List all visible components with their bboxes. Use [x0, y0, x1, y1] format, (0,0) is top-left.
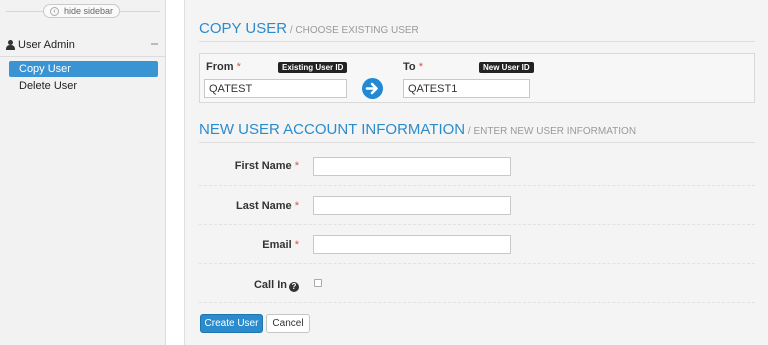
- cancel-button[interactable]: Cancel: [266, 314, 310, 333]
- required-mark: *: [418, 61, 423, 73]
- copy-user-box: From * Existing User ID To * New User ID: [199, 53, 755, 103]
- row-separator: [199, 185, 755, 186]
- to-label: To *: [403, 61, 423, 73]
- module-label: User Admin: [18, 38, 75, 51]
- last-name-input[interactable]: [313, 196, 511, 215]
- first-name-label-text: First Name: [234, 160, 292, 172]
- arrow-right-circle-icon: [365, 82, 378, 95]
- copy-arrow-button[interactable]: [362, 78, 383, 99]
- user-icon: [6, 39, 15, 50]
- from-label-text: From: [206, 61, 234, 73]
- call-in-checkbox[interactable]: [314, 279, 322, 287]
- question-circle-icon[interactable]: ?: [289, 282, 299, 292]
- existing-user-id-badge: Existing User ID: [278, 62, 348, 73]
- row-separator: [199, 302, 755, 303]
- sidebar-item-label: Copy User: [19, 63, 71, 75]
- sidebar-item-label: Delete User: [19, 80, 78, 92]
- row-separator: [199, 224, 755, 225]
- section-rule: [199, 142, 755, 143]
- section-rule: [199, 41, 755, 42]
- sidebar-item-copy-user[interactable]: Copy User: [9, 61, 158, 77]
- to-user-input[interactable]: [403, 79, 530, 98]
- section-subtitle: / ENTER NEW USER INFORMATION: [465, 126, 637, 137]
- from-user-input[interactable]: [204, 79, 347, 98]
- first-name-input[interactable]: [313, 157, 511, 176]
- to-label-text: To: [403, 61, 416, 73]
- hide-sidebar-button[interactable]: ‹ hide sidebar: [43, 4, 120, 18]
- chevron-left-icon: ‹: [49, 6, 59, 16]
- copy-user-heading: COPY USER / CHOOSE EXISTING USER: [199, 20, 419, 37]
- email-input[interactable]: [313, 235, 511, 254]
- sidebar: ‹ hide sidebar User Admin Copy User Dele…: [0, 0, 166, 345]
- hide-sidebar-label: hide sidebar: [63, 6, 114, 16]
- module-header-user-admin[interactable]: User Admin: [0, 33, 166, 57]
- required-mark: *: [294, 239, 299, 251]
- call-in-label-text: Call In: [253, 279, 287, 291]
- from-label: From *: [206, 61, 241, 73]
- divider: [120, 11, 160, 12]
- account-info-heading: NEW USER ACCOUNT INFORMATION / ENTER NEW…: [199, 121, 636, 138]
- create-user-button[interactable]: Create User: [200, 314, 263, 333]
- section-title: COPY USER: [199, 20, 288, 37]
- required-mark: *: [236, 61, 241, 73]
- divider: [6, 11, 43, 12]
- main-panel: COPY USER / CHOOSE EXISTING USER From * …: [184, 0, 768, 345]
- hide-sidebar-row: ‹ hide sidebar: [0, 0, 166, 24]
- last-name-label: Last Name *: [185, 200, 299, 212]
- row-separator: [199, 263, 755, 264]
- collapse-icon[interactable]: [151, 43, 158, 45]
- first-name-label: First Name *: [185, 160, 299, 172]
- required-mark: *: [294, 160, 299, 172]
- email-label-text: Email: [262, 239, 292, 251]
- call-in-label: Call In?: [185, 279, 299, 292]
- sidebar-item-delete-user[interactable]: Delete User: [9, 78, 158, 94]
- last-name-label-text: Last Name: [236, 200, 292, 212]
- app-root: ‹ hide sidebar User Admin Copy User Dele…: [0, 0, 768, 345]
- email-label: Email *: [185, 239, 299, 251]
- required-mark: *: [294, 200, 299, 212]
- section-title: NEW USER ACCOUNT INFORMATION: [199, 121, 466, 138]
- section-subtitle: / CHOOSE EXISTING USER: [287, 25, 419, 36]
- new-user-id-badge: New User ID: [479, 62, 534, 73]
